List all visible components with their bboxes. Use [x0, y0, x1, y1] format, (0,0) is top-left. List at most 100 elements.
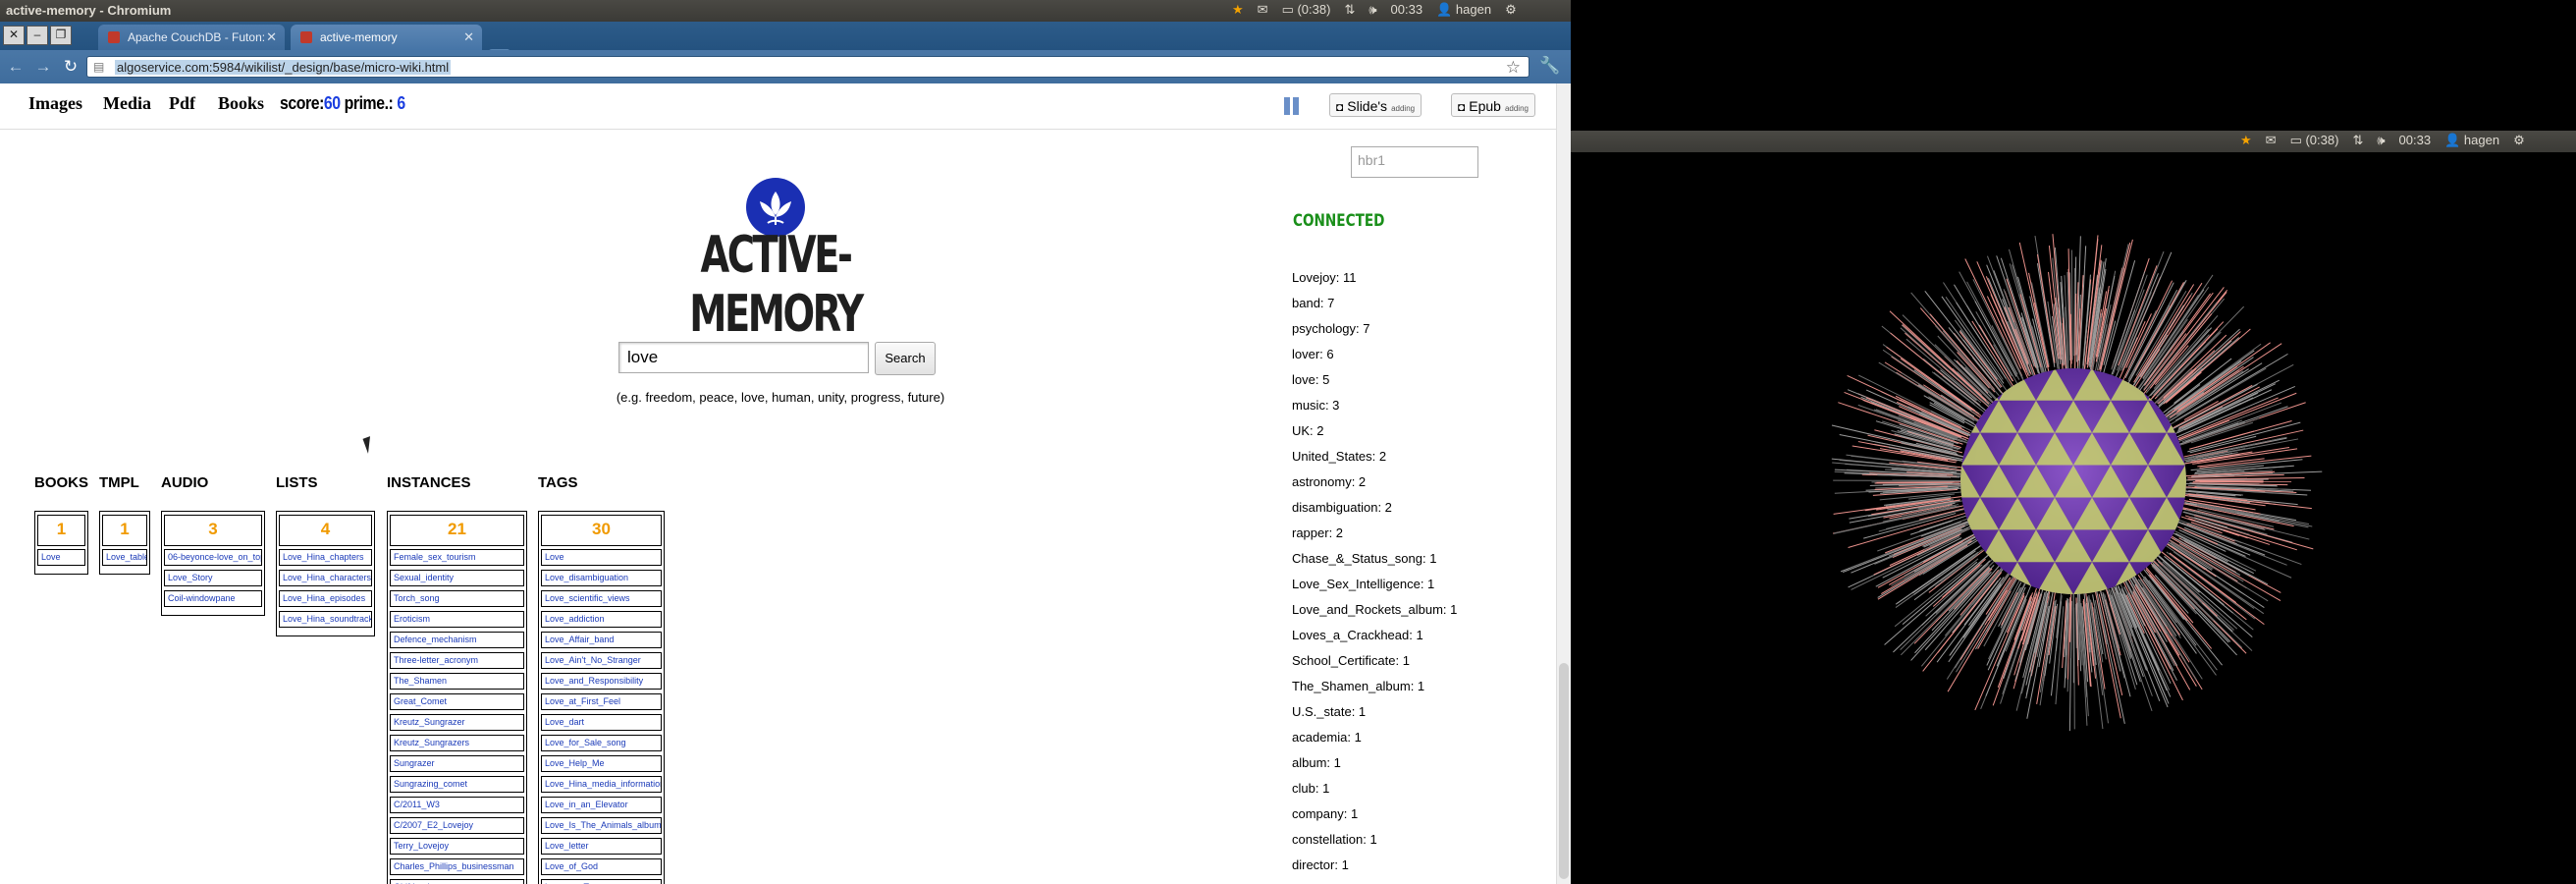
network-icon[interactable]: ⇅	[1344, 2, 1355, 18]
address-bar[interactable]: ▤ algoservice.com:5984/wikilist/_design/…	[86, 56, 1530, 78]
maximize-window-icon[interactable]: ❐	[50, 26, 72, 45]
tag-count-item: club: 1	[1292, 781, 1330, 796]
result-link[interactable]: Love_scientific_views	[541, 590, 662, 607]
result-link[interactable]: Sungrazer	[390, 755, 524, 772]
result-link[interactable]: Love_Hina_soundtracks	[279, 611, 372, 628]
minimize-window-icon[interactable]: –	[27, 26, 48, 45]
pause-icon[interactable]	[1284, 97, 1300, 115]
result-link[interactable]: Three-letter_acronym	[390, 652, 524, 669]
result-link[interactable]: Love_in_an_Elevator	[541, 797, 662, 813]
close-window-icon[interactable]: ✕	[3, 26, 25, 45]
result-link[interactable]: Love	[37, 549, 85, 566]
battery-icon[interactable]: ▭ (0:38)	[1282, 2, 1331, 18]
gear-icon[interactable]: ⚙	[2513, 133, 2525, 148]
star-indicator-icon[interactable]: ★	[2240, 133, 2252, 148]
column-tmpl: 1 Love_table	[99, 511, 150, 575]
result-link[interactable]: Love_Affair_band	[541, 632, 662, 648]
column-lists: 4 Love_Hina_chapters Love_Hina_characters L…	[276, 511, 375, 636]
result-link[interactable]: Love_Hina_episodes	[279, 590, 372, 607]
tab-active-memory[interactable]: active-memory ✕	[291, 25, 482, 50]
search-button[interactable]: Search	[875, 342, 936, 375]
result-link[interactable]: Love_addiction	[541, 611, 662, 628]
user-menu[interactable]: 👤 hagen	[1436, 2, 1491, 18]
result-link[interactable]: C/2011_W3	[390, 797, 524, 813]
result-link[interactable]: Eroticism	[390, 611, 524, 628]
volume-icon[interactable]: 🕪	[1368, 2, 1376, 18]
url-text[interactable]: algoservice.com:5984/wikilist/_design/ba…	[115, 60, 452, 75]
tag-count-item: UK: 2	[1292, 423, 1324, 438]
result-link[interactable]: Coil-windowpane	[164, 590, 262, 607]
result-link[interactable]: Love_on_Top	[541, 879, 662, 884]
orb-spike	[1901, 372, 1981, 423]
nav-pdf[interactable]: Pdf	[169, 93, 195, 114]
result-link[interactable]: C/2007_E2_Lovejoy	[390, 817, 524, 834]
user-menu[interactable]: 👤 hagen	[2444, 133, 2499, 148]
page-scrollbar[interactable]	[1556, 83, 1571, 884]
result-link[interactable]: Love_dart	[541, 714, 662, 731]
clock[interactable]: 00:33	[2399, 133, 2432, 148]
nav-books[interactable]: Books	[218, 93, 264, 114]
couchdb-favicon-icon	[108, 31, 120, 43]
result-link[interactable]: Love_Is_The_Animals_album	[541, 817, 662, 834]
gear-icon[interactable]: ⚙	[1505, 2, 1517, 18]
nav-media[interactable]: Media	[103, 93, 151, 114]
result-link[interactable]: Love_and_Responsibility	[541, 673, 662, 690]
result-link[interactable]: 06-beyonce-love_on_top	[164, 549, 262, 566]
epub-button[interactable]: ◘ Epub adding	[1451, 93, 1535, 117]
result-link[interactable]: Love_table	[102, 549, 147, 566]
tag-count-item: United_States: 2	[1292, 449, 1387, 464]
nav-images[interactable]: Images	[28, 93, 82, 114]
back-arrow-icon[interactable]: ←	[5, 57, 27, 77]
mail-icon[interactable]: ✉	[1258, 2, 1268, 18]
search-input[interactable]	[618, 342, 869, 373]
epub-label: Epub	[1469, 98, 1501, 114]
result-link[interactable]: Defence_mechanism	[390, 632, 524, 648]
result-link[interactable]: Love_for_Sale_song	[541, 735, 662, 751]
result-link[interactable]: Kreutz_Sungrazer	[390, 714, 524, 731]
star-indicator-icon[interactable]: ★	[1232, 2, 1244, 18]
system-tray: ★ ✉ ▭ (0:38) ⇅ 🕪 00:33 👤 hagen ⚙	[1232, 2, 1517, 18]
result-link[interactable]: Kreutz_Sungrazers	[390, 735, 524, 751]
result-link[interactable]: Sungrazing_comet	[390, 776, 524, 793]
result-link[interactable]: Love_at_First_Feel	[541, 693, 662, 710]
result-link[interactable]: Love_Hina_characters	[279, 570, 372, 586]
column-count: 1	[102, 515, 147, 546]
result-link[interactable]: Great_Comet	[390, 693, 524, 710]
result-link[interactable]: Love_disambiguation	[541, 570, 662, 586]
result-link[interactable]: Love_letter	[541, 838, 662, 855]
result-link[interactable]: Girlfriend	[390, 879, 524, 884]
battery-icon[interactable]: ▭ (0:38)	[2290, 133, 2339, 148]
result-link[interactable]: Love	[541, 549, 662, 566]
volume-icon[interactable]: 🕪	[2377, 133, 2385, 148]
result-link[interactable]: Love_Hina_chapters	[279, 549, 372, 566]
orb-spike	[1902, 314, 1993, 403]
result-link[interactable]: Love_Hina_media_information	[541, 776, 662, 793]
result-link[interactable]: Love_Help_Me	[541, 755, 662, 772]
result-link[interactable]: Charles_Phillips_businessman	[390, 858, 524, 875]
forward-arrow-icon[interactable]: →	[32, 57, 54, 77]
tab-couchdb[interactable]: Apache CouchDB - Futon: ✕	[98, 25, 285, 50]
result-link[interactable]: Terry_Lovejoy	[390, 838, 524, 855]
result-link[interactable]: Female_sex_tourism	[390, 549, 524, 566]
top-panel: active-memory - Chromium ★ ✉ ▭ (0:38) ⇅ …	[0, 0, 1571, 22]
wrench-menu-icon[interactable]: 🔧	[1539, 56, 1560, 76]
reload-icon[interactable]: ↻	[60, 57, 81, 77]
page-icon: ▤	[93, 60, 105, 74]
tab-label: active-memory	[320, 30, 398, 44]
close-tab-icon[interactable]: ✕	[266, 25, 277, 50]
result-link[interactable]: Love_Ain't_No_Stranger	[541, 652, 662, 669]
bookmark-star-icon[interactable]: ☆	[1506, 58, 1521, 78]
hbr-input[interactable]: hbr1	[1351, 146, 1478, 178]
slides-button[interactable]: ◘ Slide's adding	[1329, 93, 1422, 117]
result-link[interactable]: Love_of_God	[541, 858, 662, 875]
close-tab-icon[interactable]: ✕	[463, 25, 474, 50]
result-link[interactable]: The_Shamen	[390, 673, 524, 690]
network-icon[interactable]: ⇅	[2352, 133, 2363, 148]
scrollbar-thumb[interactable]	[1559, 663, 1569, 879]
tab-label: Apache CouchDB - Futon:	[128, 30, 266, 44]
result-link[interactable]: Love_Story	[164, 570, 262, 586]
clock[interactable]: 00:33	[1391, 2, 1423, 18]
result-link[interactable]: Torch_song	[390, 590, 524, 607]
result-link[interactable]: Sexual_identity	[390, 570, 524, 586]
mail-icon[interactable]: ✉	[2266, 133, 2277, 148]
